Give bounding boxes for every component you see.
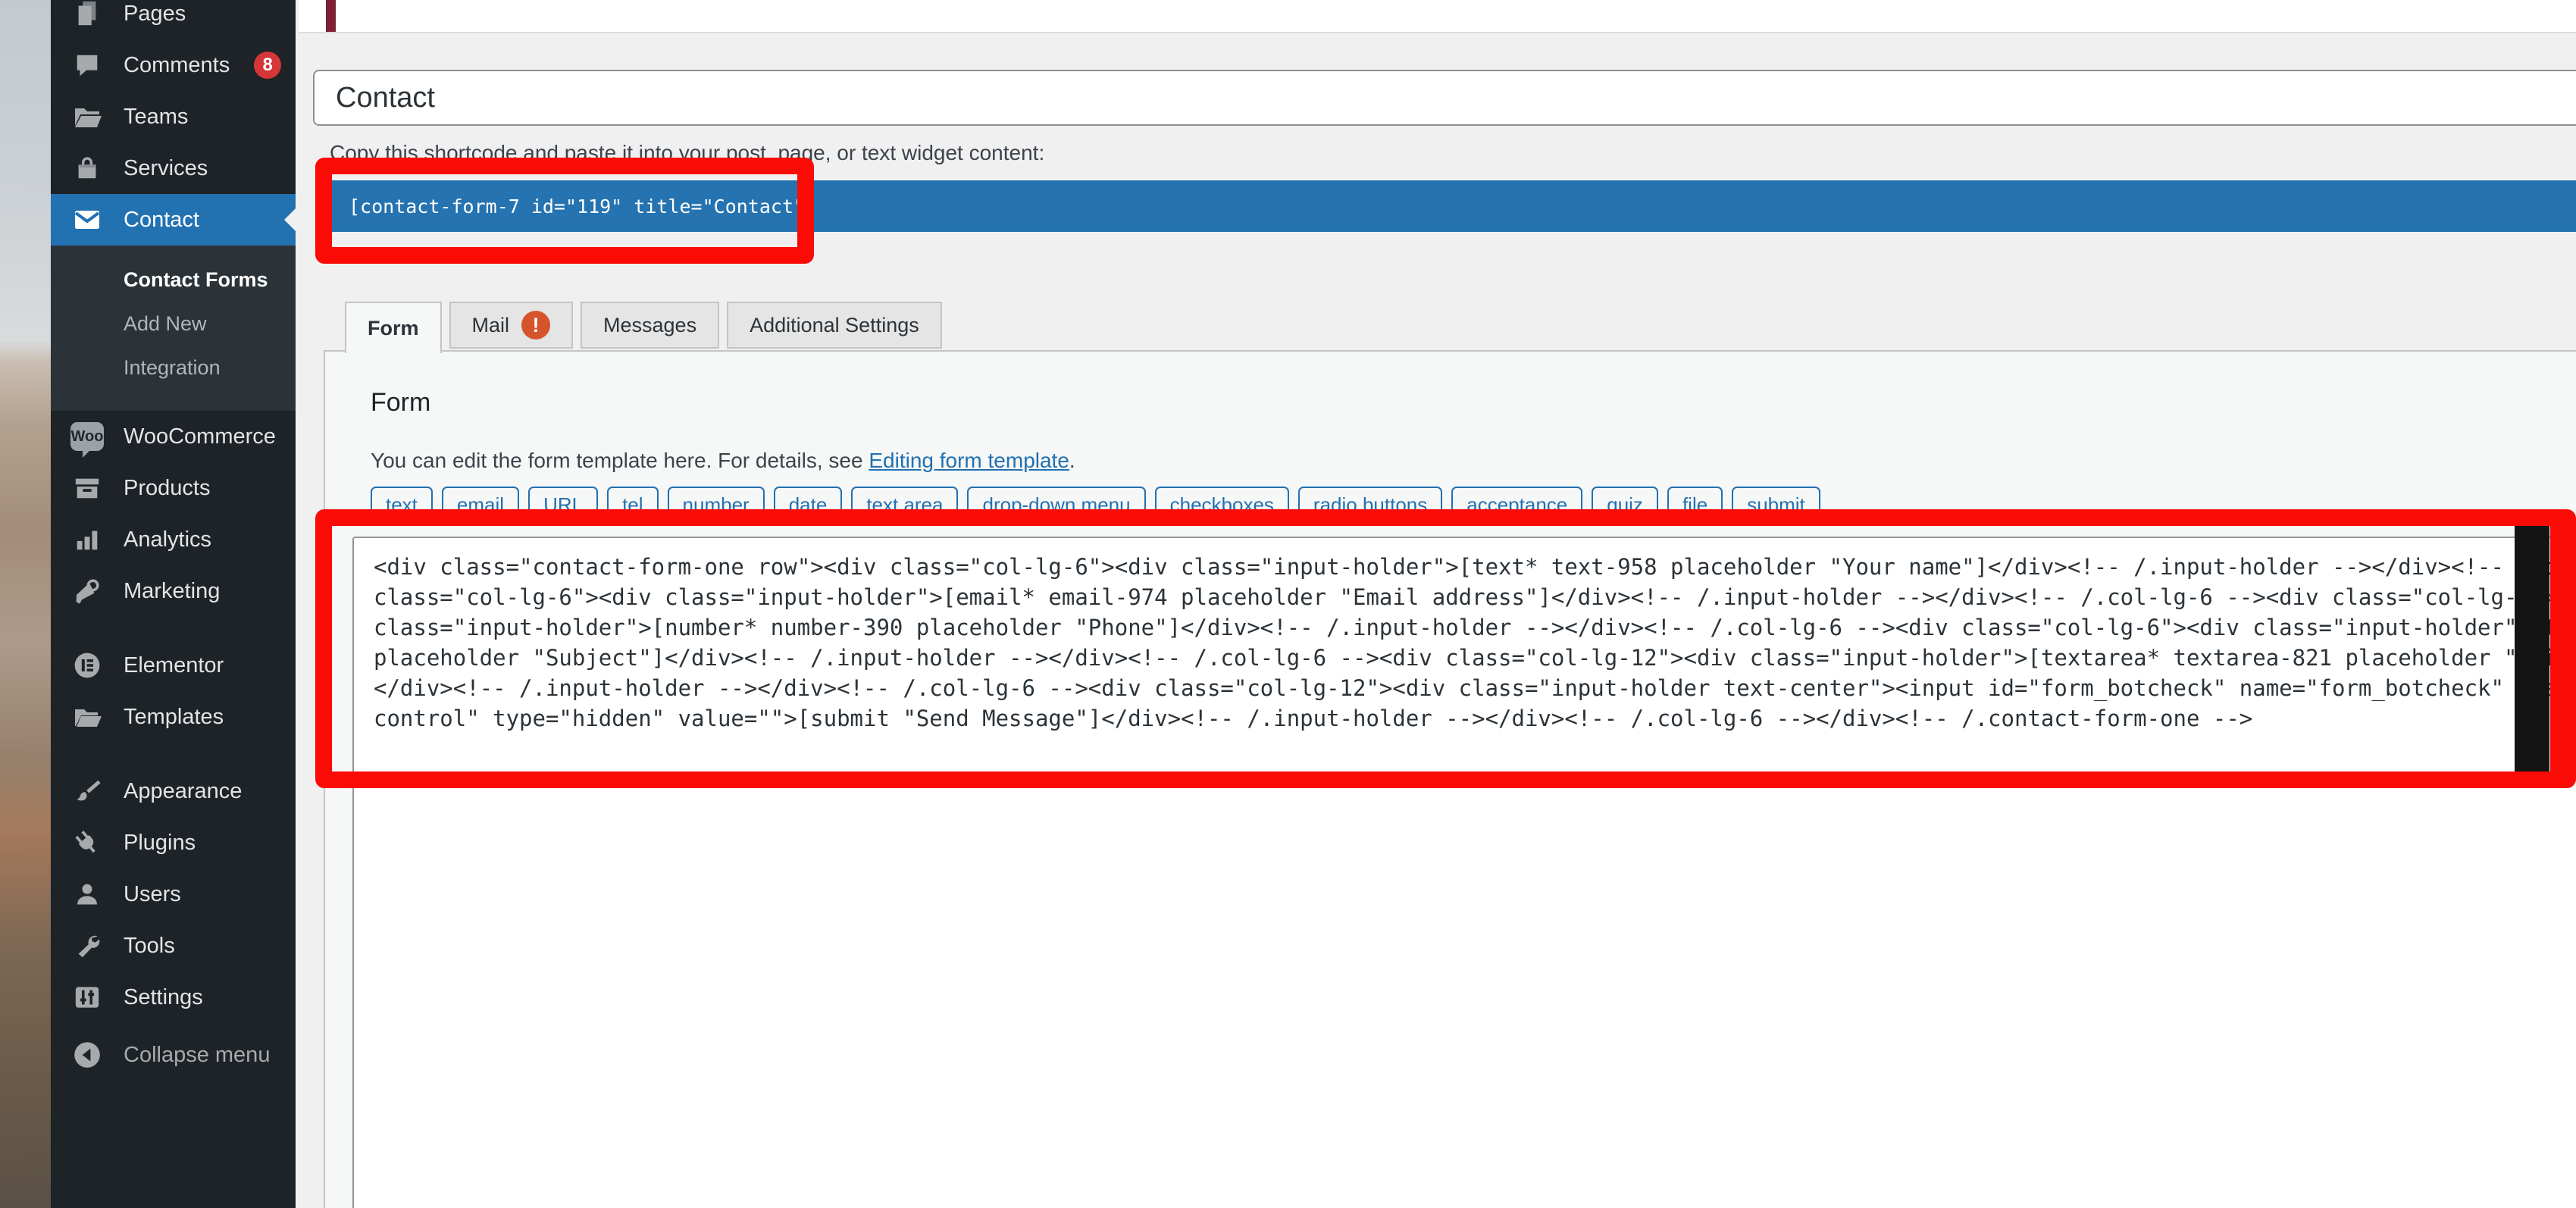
panel-heading: Form [371, 388, 430, 418]
sidebar-item-label: Services [124, 156, 208, 181]
open-folder-icon [70, 700, 104, 734]
sidebar-item-label: Marketing [124, 579, 220, 604]
sidebar-item-label: Products [124, 476, 210, 501]
tab-label: Additional Settings [750, 314, 919, 337]
sidebar-item-label: Teams [124, 105, 188, 130]
sidebar-item-label: Comments [124, 53, 230, 78]
tab-form[interactable]: Form [345, 302, 442, 353]
sidebar-separator [51, 743, 296, 765]
mail-warning-badge: ! [521, 311, 550, 340]
description-period: . [1069, 449, 1075, 472]
sidebar-item-label: Appearance [124, 779, 242, 804]
sidebar-separator [51, 617, 296, 640]
annotation-rectangle-shortcode [315, 158, 814, 264]
tab-label: Messages [603, 314, 696, 337]
tab-label: Mail [472, 314, 510, 337]
box-icon [70, 471, 104, 505]
sidebar-item-marketing[interactable]: Marketing [51, 565, 296, 617]
plug-icon [70, 826, 104, 859]
sidebar-item-label: Elementor [124, 653, 224, 678]
bar-chart-icon [70, 523, 104, 556]
sidebar-item-label: Settings [124, 985, 203, 1010]
admin-sidebar: Pages Comments 8 Teams Services Co [51, 0, 296, 1208]
description-text: You can edit the form template here. For… [371, 449, 869, 472]
top-cropped-red-marker [326, 0, 336, 32]
sidebar-item-label: Plugins [124, 831, 196, 856]
comments-count-badge: 8 [254, 52, 281, 79]
sidebar-item-label: Users [124, 882, 181, 907]
form-title-value: Contact [336, 82, 435, 114]
sidebar-item-products[interactable]: Products [51, 462, 296, 514]
sidebar-item-services[interactable]: Services [51, 142, 296, 194]
sidebar-item-tools[interactable]: Tools [51, 920, 296, 972]
desktop-background-image [0, 0, 51, 1208]
sidebar-item-label: WooCommerce [124, 424, 276, 449]
editor-tabs: Form Mail ! Messages Additional Settings [345, 302, 942, 353]
sidebar-item-label: Contact [124, 208, 199, 233]
sliders-icon [70, 981, 104, 1014]
tab-mail[interactable]: Mail ! [449, 302, 574, 349]
sidebar-item-teams[interactable]: Teams [51, 91, 296, 142]
wrench-icon [70, 929, 104, 962]
folder-icon [70, 100, 104, 133]
sidebar-item-label: Analytics [124, 527, 211, 552]
megaphone-icon [70, 574, 104, 608]
sidebar-item-appearance[interactable]: Appearance [51, 765, 296, 817]
sidebar-item-collapse-menu[interactable]: Collapse menu [51, 1029, 296, 1081]
sidebar-item-label: Tools [124, 934, 175, 959]
sidebar-item-comments[interactable]: Comments 8 [51, 39, 296, 91]
sidebar-item-users[interactable]: Users [51, 868, 296, 920]
sidebar-item-woocommerce[interactable]: Woo WooCommerce [51, 411, 296, 462]
sidebar-item-settings[interactable]: Settings [51, 972, 296, 1023]
submenu-item-add-new[interactable]: Add New [51, 302, 296, 346]
sidebar-separator [51, 1023, 296, 1029]
form-title-input[interactable]: Contact [313, 70, 2576, 126]
sidebar-item-pages[interactable]: Pages [51, 0, 296, 39]
tab-additional-settings[interactable]: Additional Settings [727, 302, 942, 349]
submenu-item-integration[interactable]: Integration [51, 346, 296, 390]
sidebar-item-analytics[interactable]: Analytics [51, 514, 296, 565]
contact-submenu: Contact Forms Add New Integration [51, 246, 296, 411]
shopping-bag-icon [70, 152, 104, 185]
panel-description: You can edit the form template here. For… [371, 449, 1075, 473]
collapse-arrow-icon [70, 1038, 104, 1072]
tab-label: Form [368, 317, 419, 340]
sidebar-item-label: Templates [124, 705, 224, 730]
sidebar-item-contact[interactable]: Contact [51, 194, 296, 246]
sidebar-item-label: Pages [124, 2, 186, 27]
envelope-icon [70, 203, 104, 236]
sidebar-item-templates[interactable]: Templates [51, 691, 296, 743]
comment-bubble-icon [70, 49, 104, 82]
sidebar-item-plugins[interactable]: Plugins [51, 817, 296, 868]
tab-messages[interactable]: Messages [581, 302, 719, 349]
sidebar-item-elementor[interactable]: Elementor [51, 640, 296, 691]
annotation-rectangle-form-template [315, 509, 2576, 788]
user-icon [70, 878, 104, 911]
wordpress-admin-screen: Pages Comments 8 Teams Services Co [0, 0, 2576, 1208]
woocommerce-icon: Woo [70, 420, 104, 453]
editing-form-template-link[interactable]: Editing form template [869, 449, 1069, 472]
elementor-icon [70, 649, 104, 682]
pages-icon [70, 0, 104, 30]
admin-content: Contact Copy this shortcode and paste it… [296, 0, 2576, 1208]
top-cropped-panel [299, 0, 2576, 33]
submenu-item-contact-forms[interactable]: Contact Forms [51, 258, 296, 302]
sidebar-item-label: Collapse menu [124, 1043, 270, 1068]
paintbrush-icon [70, 775, 104, 808]
